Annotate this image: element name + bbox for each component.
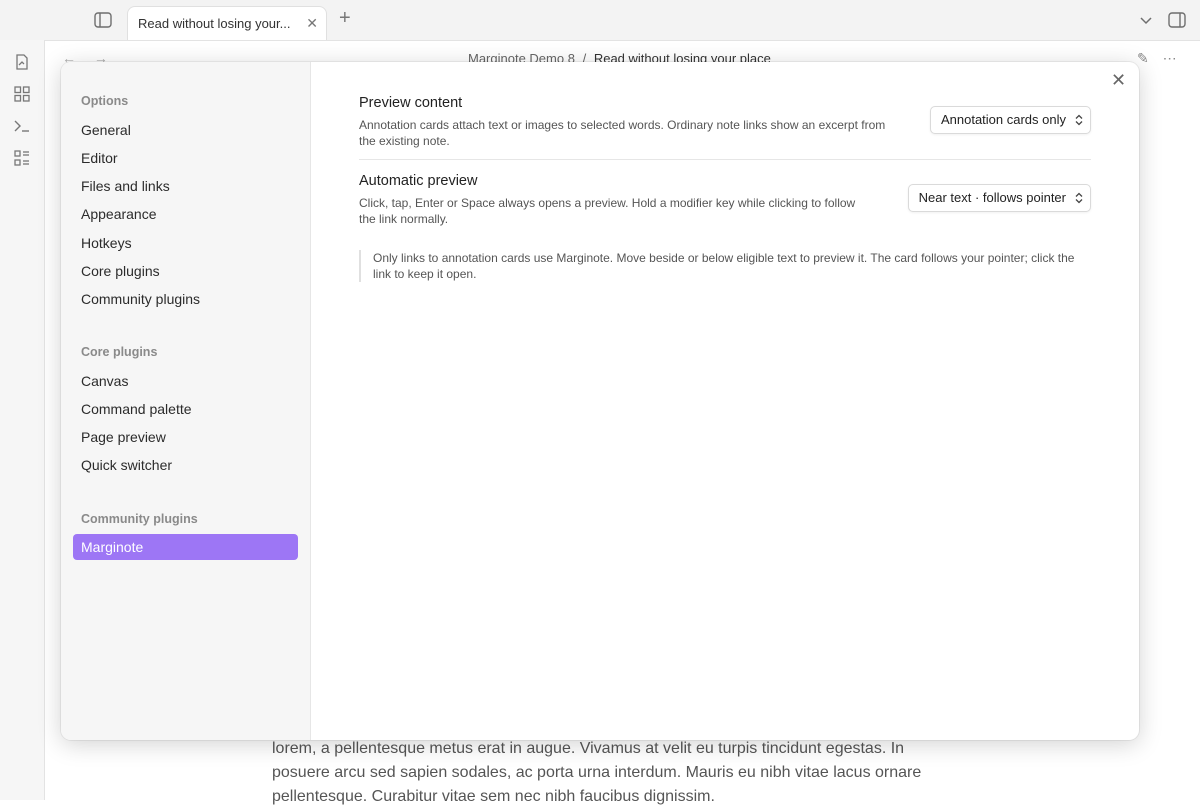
sidebar-heading-options: Options	[81, 94, 129, 108]
preview-content-value: Annotation cards only	[940, 112, 1066, 127]
setting-desc-automatic-preview: Click, tap, Enter or Space always opens …	[359, 196, 856, 226]
sidebar-item-canvas[interactable]: Canvas	[73, 368, 298, 394]
command-palette-icon[interactable]	[13, 117, 31, 135]
open-quick-switcher-icon[interactable]	[13, 53, 31, 71]
tab-active-note[interactable]: Read without losing your... ✕	[127, 6, 327, 40]
sidebar-item-quick-switcher[interactable]: Quick switcher	[73, 452, 298, 478]
sidebar-heading-community-plugins: Community plugins	[81, 512, 198, 526]
sidebar-item-general[interactable]: General	[73, 117, 298, 143]
tab-close-icon[interactable]: ✕	[306, 15, 318, 32]
settings-modal: Options General Editor Files and links A…	[61, 62, 1139, 740]
sidebar-toggle-icon[interactable]	[94, 12, 112, 33]
sidebar-item-hotkeys[interactable]: Hotkeys	[73, 230, 298, 256]
sidebar-item-appearance[interactable]: Appearance	[73, 201, 298, 227]
setting-title-preview-content: Preview content	[359, 95, 463, 111]
select-chevron-icon	[1075, 107, 1083, 137]
title-bar: Read without losing your... ✕ +	[0, 0, 1200, 41]
sidebar-item-marginote[interactable]: Marginote	[73, 534, 298, 560]
sidebar-item-community-plugins[interactable]: Community plugins	[73, 286, 298, 312]
sidebar-item-files-and-links[interactable]: Files and links	[73, 173, 298, 199]
settings-sidebar: Options General Editor Files and links A…	[61, 62, 311, 740]
setting-title-automatic-preview: Automatic preview	[359, 173, 478, 189]
sidebar-item-core-plugins[interactable]: Core plugins	[73, 258, 298, 284]
editor-actions: ✎ ⋯	[1137, 50, 1177, 67]
preview-content-dropdown[interactable]: Annotation cards only	[929, 106, 1091, 137]
info-callout: Only links to annotation cards use Margi…	[359, 250, 1091, 282]
left-ribbon	[0, 40, 45, 800]
tab-title: Read without losing your...	[138, 16, 291, 31]
right-sidebar-toggle-icon[interactable]	[1168, 12, 1186, 33]
more-options-icon[interactable]: ⋯	[1163, 50, 1177, 66]
note-body-text: lorem, a pellentesque metus erat in augu…	[272, 740, 922, 805]
edit-icon[interactable]: ✎	[1137, 50, 1149, 66]
close-settings-icon[interactable]: ✕	[1111, 70, 1126, 91]
sidebar-item-page-preview[interactable]: Page preview	[73, 424, 298, 450]
setting-desc-preview-content: Annotation cards attach text or images t…	[359, 118, 886, 148]
outline-list-icon[interactable]	[13, 149, 31, 167]
select-chevron-icon	[1075, 185, 1083, 215]
canvas-grid-icon[interactable]	[13, 85, 31, 103]
tab-list-chevron-icon[interactable]	[1139, 13, 1153, 31]
settings-divider	[359, 159, 1091, 160]
sidebar-heading-core-plugins: Core plugins	[81, 345, 158, 359]
sidebar-item-command-palette[interactable]: Command palette	[73, 396, 298, 422]
automatic-preview-dropdown[interactable]: Near text · follows pointer	[907, 184, 1091, 215]
sidebar-item-editor[interactable]: Editor	[73, 145, 298, 171]
automatic-preview-value: Near text · follows pointer	[918, 190, 1066, 205]
new-tab-icon[interactable]: +	[339, 8, 351, 28]
